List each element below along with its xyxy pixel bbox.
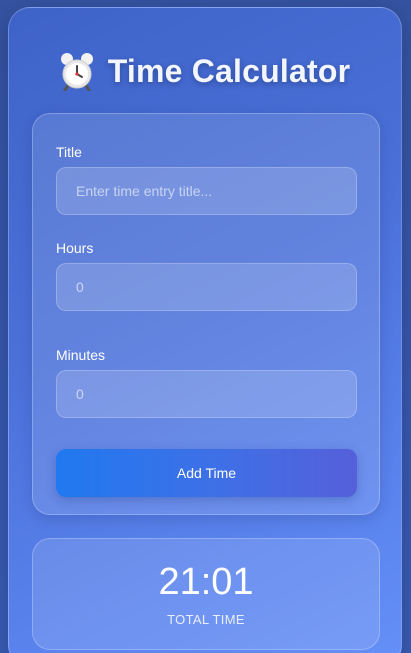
add-time-button[interactable]: Add Time: [56, 449, 357, 497]
minutes-input[interactable]: [56, 370, 357, 418]
hours-label: Hours: [56, 240, 94, 256]
app-title: Time Calculator: [107, 52, 351, 89]
time-calculator-app: Time Calculator Title Hours Minutes Add …: [8, 7, 402, 653]
alarm-clock-icon: [60, 51, 94, 92]
total-time-label: TOTAL TIME: [167, 612, 245, 627]
app-header: Time Calculator: [9, 48, 401, 94]
hours-input[interactable]: [56, 263, 357, 311]
minutes-label: Minutes: [56, 347, 106, 363]
total-time-value: 21:01: [158, 561, 254, 603]
title-label: Title: [56, 144, 82, 160]
total-time-card: 21:01 TOTAL TIME: [32, 538, 380, 650]
title-input[interactable]: [56, 167, 357, 215]
time-entry-form: Title Hours Minutes Add Time: [32, 113, 380, 515]
